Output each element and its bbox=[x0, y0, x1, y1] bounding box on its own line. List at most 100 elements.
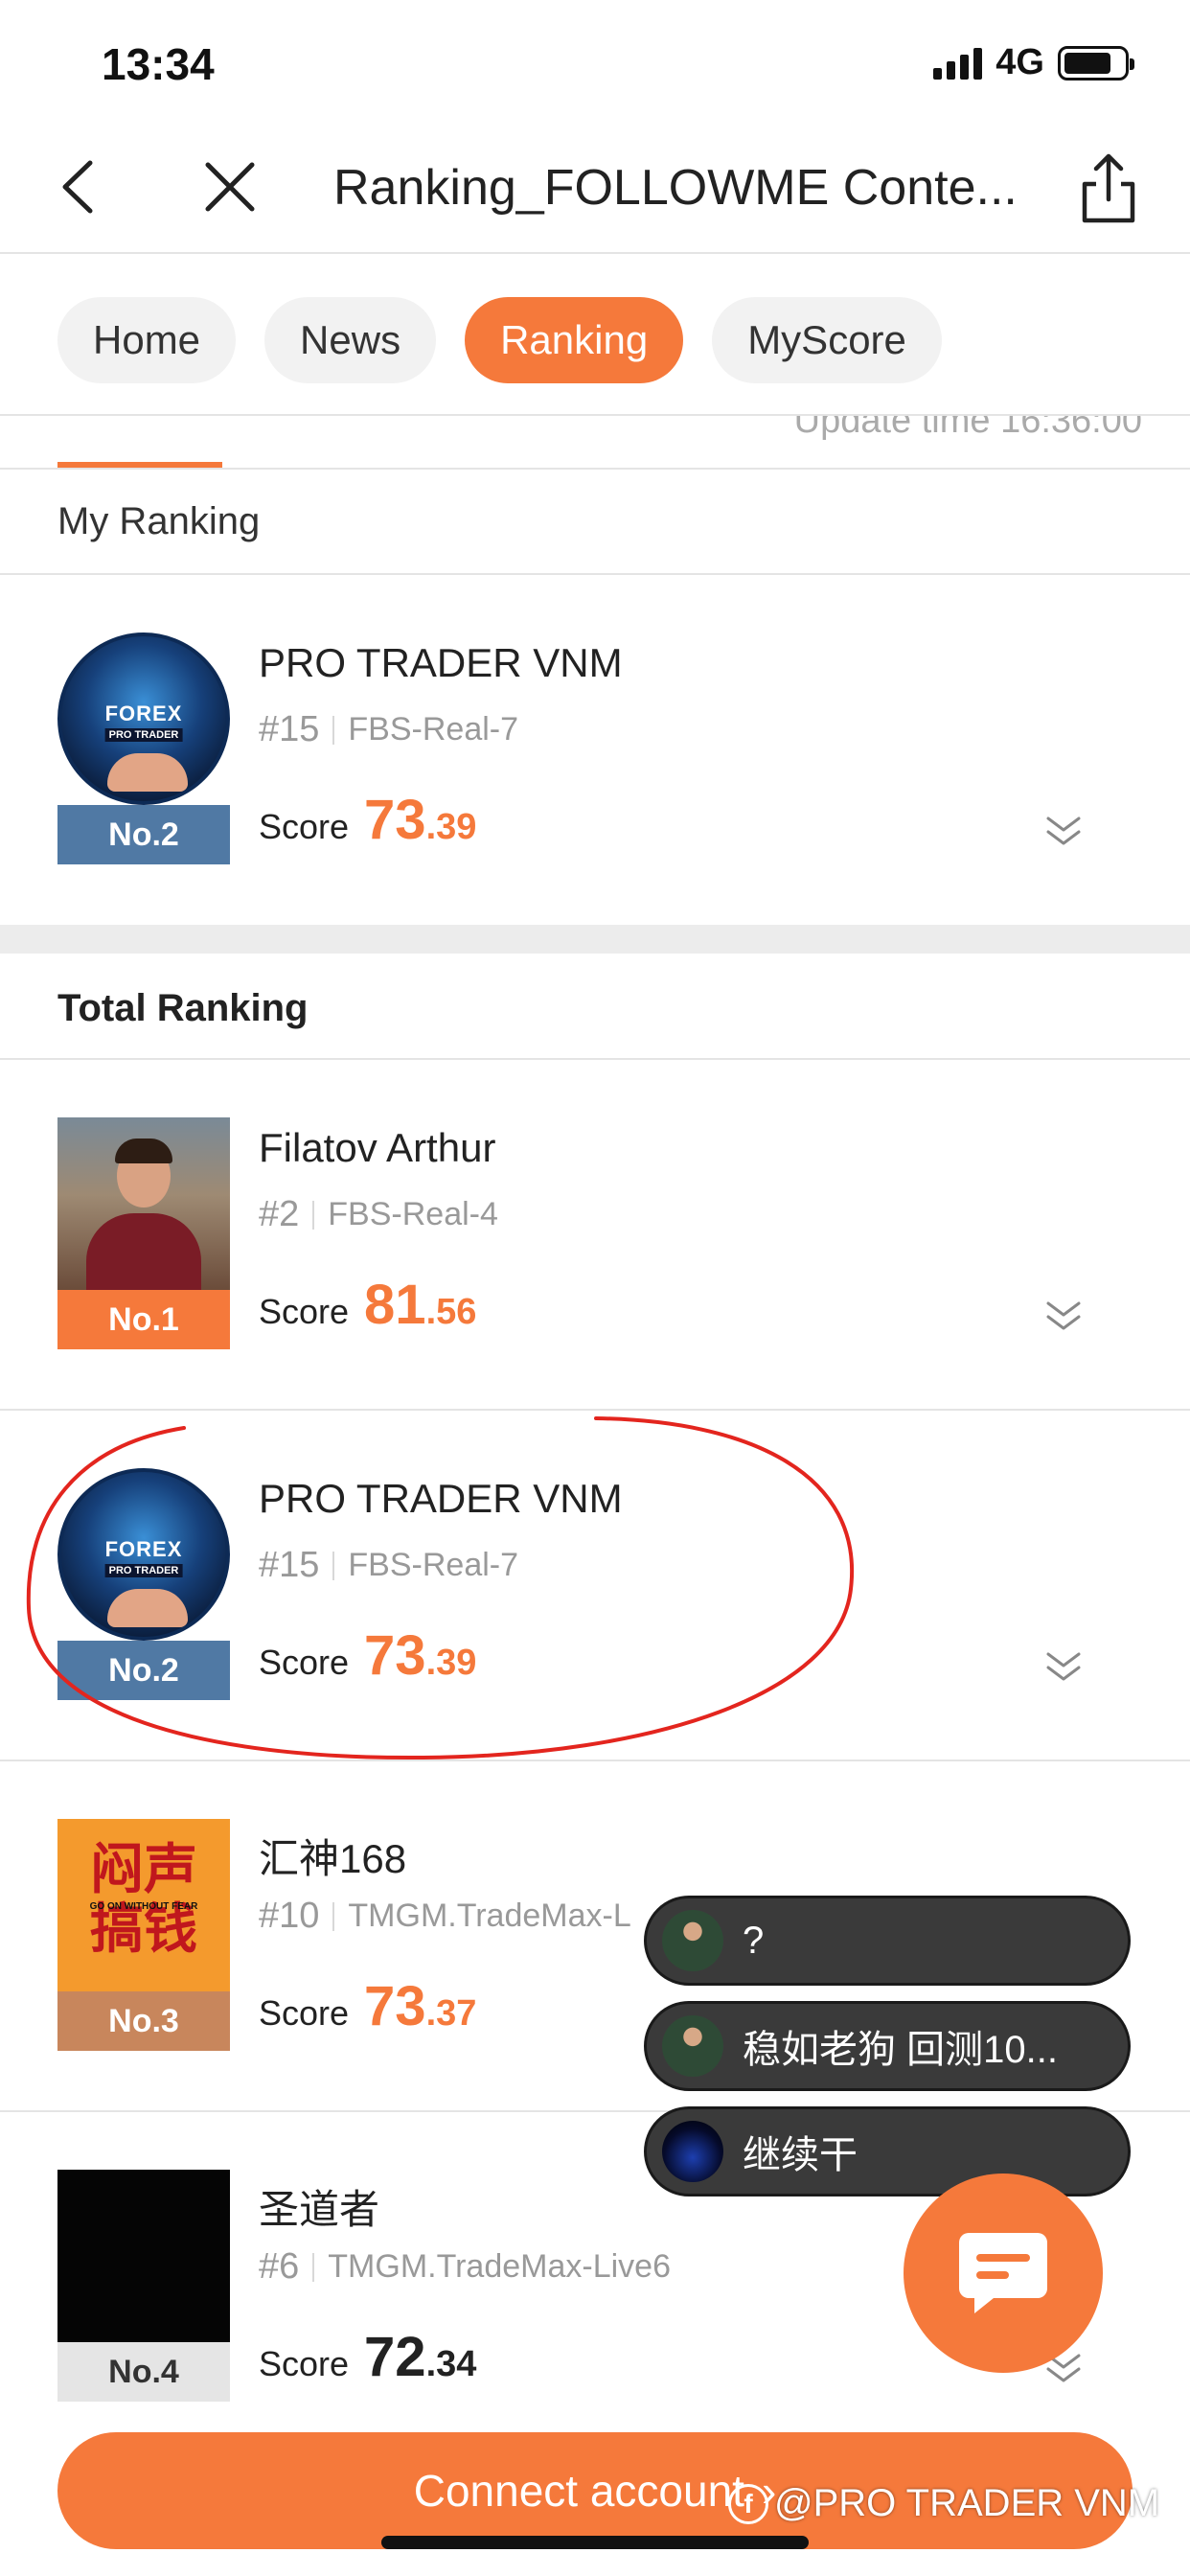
trader-server: TMGM.TradeMax-L bbox=[348, 1898, 631, 1934]
avatar-text: FOREX bbox=[104, 702, 183, 725]
score-decimal: .39 bbox=[425, 807, 477, 847]
score: Score 81 .56 bbox=[259, 1273, 476, 1337]
page-title: Ranking_FOLLOWME Conte... bbox=[333, 160, 1018, 216]
rank-badge: No.2 bbox=[57, 805, 230, 864]
signal-icon bbox=[933, 47, 983, 80]
score-label: Score bbox=[259, 2344, 350, 2383]
back-icon[interactable] bbox=[48, 153, 115, 220]
avatar: 闷声搞钱 GO ON WITHOUT FEAR No.3 bbox=[57, 1819, 230, 2051]
trader-name: PRO TRADER VNM bbox=[259, 640, 623, 685]
chat-bubble[interactable]: 继续干 bbox=[644, 2106, 1131, 2196]
status-indicators: 4G bbox=[933, 42, 1134, 83]
rank-badge: No.2 bbox=[57, 1641, 230, 1700]
avatar-subtext: PRO TRADER bbox=[104, 1564, 183, 1577]
rank-badge: No.3 bbox=[57, 1991, 230, 2051]
network-type: 4G bbox=[995, 42, 1044, 82]
trader-rank: #15 bbox=[259, 1545, 320, 1585]
trader-server: TMGM.TradeMax-Live6 bbox=[328, 2248, 671, 2285]
trader-server: FBS-Real-7 bbox=[348, 711, 519, 748]
chat-message: 继续干 bbox=[743, 2134, 858, 2176]
home-indicator bbox=[381, 2536, 809, 2549]
avatar-subtext: PRO TRADER bbox=[104, 728, 183, 742]
battery-icon bbox=[1058, 45, 1134, 80]
score: Score 73 .39 bbox=[259, 788, 476, 852]
trader-name: PRO TRADER VNM bbox=[259, 1476, 623, 1521]
score-integer: 73 bbox=[364, 1624, 426, 1687]
score-decimal: .34 bbox=[425, 2344, 477, 2384]
score-decimal: .39 bbox=[425, 1643, 477, 1683]
tab-home[interactable]: Home bbox=[57, 297, 237, 383]
tab-myscore[interactable]: MyScore bbox=[712, 297, 942, 383]
my-ranking-row[interactable]: FOREX PRO TRADER No.2 PRO TRADER VNM #15… bbox=[0, 575, 1190, 920]
share-icon[interactable] bbox=[1075, 151, 1142, 224]
trader-meta: #10 TMGM.TradeMax-L bbox=[259, 1896, 631, 1937]
score-integer: 73 bbox=[364, 789, 426, 851]
connect-account-label: Connect account bbox=[413, 2466, 744, 2516]
score: Score 73 .37 bbox=[259, 1974, 476, 2038]
score-label: Score bbox=[259, 1643, 350, 1682]
chat-message: ? bbox=[743, 1919, 765, 1962]
trader-server: FBS-Real-7 bbox=[348, 1547, 519, 1583]
trader-server: FBS-Real-4 bbox=[328, 1196, 498, 1232]
update-time: Update time 16:36:00 bbox=[793, 414, 1142, 441]
score: Score 72 .34 bbox=[259, 2325, 476, 2389]
subtab-active-indicator bbox=[57, 462, 222, 468]
score-label: Score bbox=[259, 1292, 350, 1331]
ranking-row[interactable]: No.1 Filatov Arthur #2 FBS-Real-4 Score … bbox=[0, 1060, 1190, 1405]
avatar: No.1 bbox=[57, 1117, 230, 1349]
chat-bubble[interactable]: 稳如老狗 回测10... bbox=[644, 2001, 1131, 2091]
trader-meta: #6 TMGM.TradeMax-Live6 bbox=[259, 2246, 671, 2288]
nav-bar: Ranking_FOLLOWME Conte... bbox=[0, 125, 1190, 254]
score-label: Score bbox=[259, 807, 350, 846]
section-tabs: Home News Ranking MyScore bbox=[57, 297, 942, 383]
watermark: f @PRO TRADER VNM bbox=[728, 2482, 1159, 2525]
avatar bbox=[662, 1910, 723, 1971]
watermark-text: @PRO TRADER VNM bbox=[774, 2482, 1160, 2524]
avatar-text: FOREX bbox=[104, 1537, 183, 1561]
score-integer: 72 bbox=[364, 2326, 426, 2388]
tab-ranking[interactable]: Ranking bbox=[465, 297, 684, 383]
ranking-row[interactable]: FOREX PRO TRADER No.2 PRO TRADER VNM #15… bbox=[0, 1411, 1190, 1756]
chat-message: 稳如老狗 回测10... bbox=[743, 2029, 1058, 2071]
avatar: No.4 bbox=[57, 2170, 230, 2402]
avatar: FOREX PRO TRADER No.2 bbox=[57, 1468, 230, 1700]
close-icon[interactable] bbox=[196, 153, 263, 220]
chevron-double-down-icon[interactable] bbox=[1044, 815, 1083, 849]
score-decimal: .37 bbox=[425, 1993, 477, 2034]
trader-meta: #15 FBS-Real-7 bbox=[259, 1545, 518, 1586]
chat-icon bbox=[959, 2233, 1047, 2313]
avatar-text: 闷声搞钱 bbox=[90, 1838, 197, 1961]
trader-meta: #15 FBS-Real-7 bbox=[259, 709, 518, 750]
trader-name: 圣道者 bbox=[259, 2187, 380, 2232]
score-integer: 81 bbox=[364, 1274, 426, 1336]
chat-bubble[interactable]: ? bbox=[644, 1896, 1131, 1986]
trader-meta: #2 FBS-Real-4 bbox=[259, 1194, 498, 1235]
score: Score 73 .39 bbox=[259, 1623, 476, 1688]
score-integer: 73 bbox=[364, 1975, 426, 2037]
score-label: Score bbox=[259, 1993, 350, 2033]
rank-badge: No.1 bbox=[57, 1290, 230, 1349]
facebook-icon: f bbox=[728, 2483, 768, 2524]
trader-rank: #15 bbox=[259, 709, 320, 749]
trader-rank: #10 bbox=[259, 1896, 320, 1936]
trader-name: Filatov Arthur bbox=[259, 1125, 496, 1170]
avatar: FOREX PRO TRADER No.2 bbox=[57, 632, 230, 864]
score-decimal: .56 bbox=[425, 1292, 477, 1332]
avatar-subtext: GO ON WITHOUT FEAR bbox=[89, 1901, 198, 1912]
avatar bbox=[662, 2015, 723, 2077]
subtab-strip: Update time 16:36:00 bbox=[0, 414, 1190, 470]
chevron-double-down-icon[interactable] bbox=[1044, 1650, 1083, 1685]
trader-name: 汇神168 bbox=[259, 1836, 407, 1881]
status-bar: 13:34 4G bbox=[0, 0, 1190, 125]
chat-button[interactable] bbox=[904, 2174, 1103, 2373]
tab-news[interactable]: News bbox=[264, 297, 437, 383]
section-separator bbox=[0, 925, 1190, 954]
status-time: 13:34 bbox=[102, 39, 215, 89]
total-ranking-title: Total Ranking bbox=[57, 987, 309, 1029]
rank-badge: No.4 bbox=[57, 2342, 230, 2402]
avatar bbox=[662, 2121, 723, 2182]
trader-rank: #6 bbox=[259, 2246, 300, 2287]
trader-rank: #2 bbox=[259, 1194, 300, 1234]
my-ranking-title: My Ranking bbox=[57, 500, 261, 542]
chevron-double-down-icon[interactable] bbox=[1044, 1300, 1083, 1334]
